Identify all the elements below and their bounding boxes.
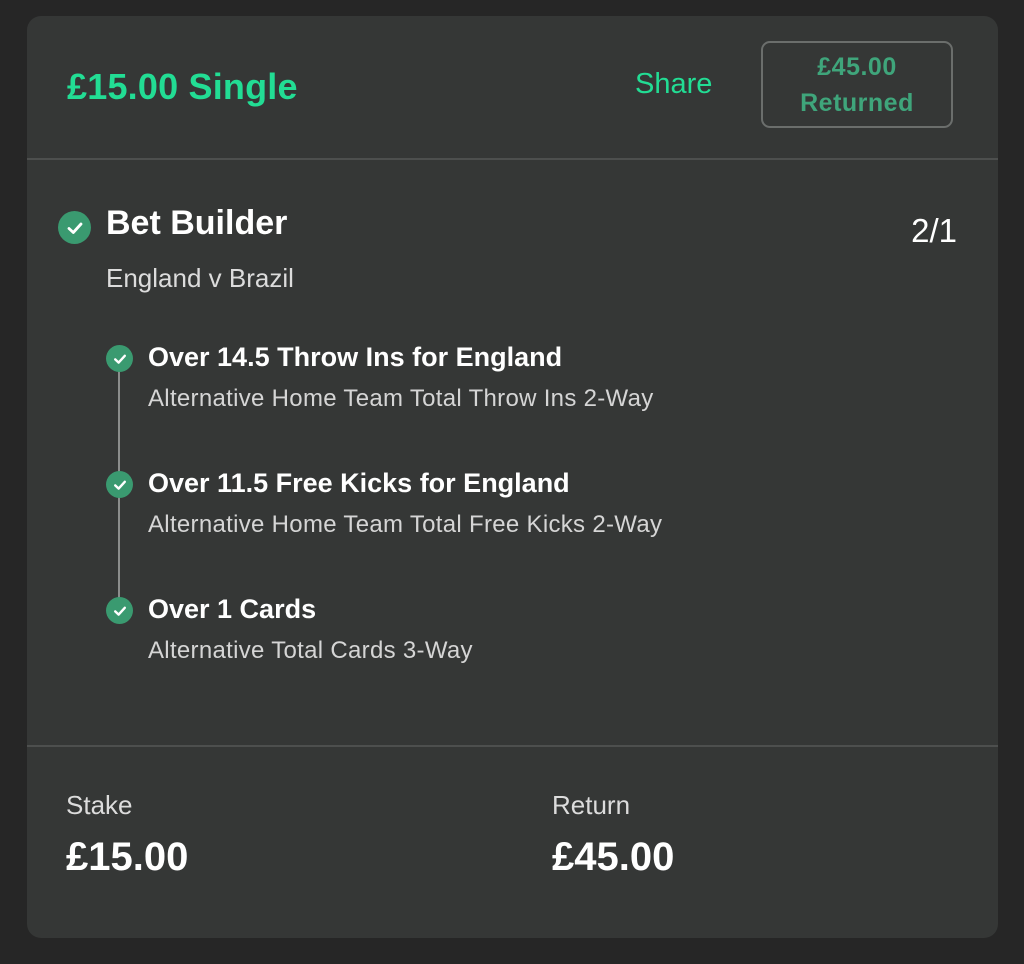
leg-market: Alternative Home Team Total Free Kicks 2… <box>148 511 663 538</box>
return-label: Return <box>552 790 631 820</box>
bet-summary: Stake £15.00 Return £45.00 <box>27 745 998 938</box>
check-circle-icon <box>106 345 133 372</box>
match-name: England v Brazil <box>106 263 294 293</box>
check-circle-icon <box>106 597 133 624</box>
bet-builder-title: Bet Builder <box>106 204 288 242</box>
leg-title: Over 11.5 Free Kicks for England <box>148 468 570 498</box>
leg-title: Over 14.5 Throw Ins for England <box>148 342 563 372</box>
share-button[interactable]: Share <box>635 68 712 101</box>
leg-title: Over 1 Cards <box>148 594 317 624</box>
return-value: £45.00 <box>552 835 675 879</box>
check-circle-icon <box>106 471 133 498</box>
returned-label: Returned <box>800 88 914 117</box>
stake-label: Stake <box>66 790 133 820</box>
check-circle-icon <box>58 211 91 244</box>
bet-odds: 2/1 <box>911 212 957 249</box>
bet-header: £15.00 Single Share £45.00 Returned <box>27 16 998 160</box>
stake-value: £15.00 <box>66 835 189 879</box>
returned-amount: £45.00 <box>817 52 897 81</box>
returned-badge: £45.00 Returned <box>761 41 953 128</box>
bet-title: £15.00 Single <box>67 66 298 107</box>
bet-card: £15.00 Single Share £45.00 Returned Bet … <box>27 16 998 938</box>
leg-market: Alternative Total Cards 3-Way <box>148 637 473 664</box>
leg-market: Alternative Home Team Total Throw Ins 2-… <box>148 385 654 412</box>
